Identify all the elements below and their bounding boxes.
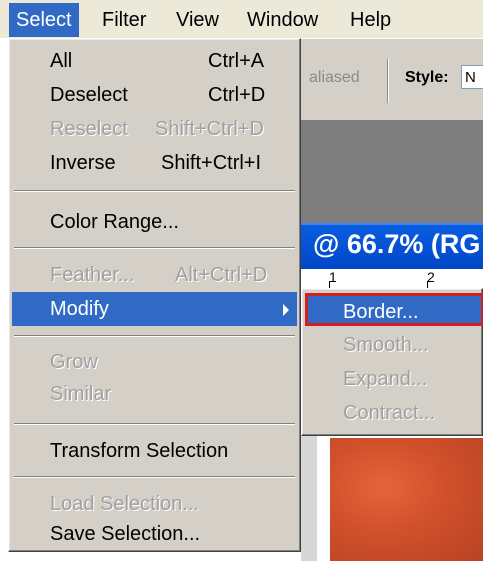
menu-item-save-selection[interactable]: Save Selection...	[12, 517, 297, 551]
menu-select[interactable]: Select	[9, 3, 79, 37]
select-menu-dropdown: All Ctrl+A Deselect Ctrl+D Reselect Shif…	[8, 38, 301, 552]
menu-window[interactable]: Window	[240, 3, 325, 37]
menu-filter[interactable]: Filter	[95, 3, 153, 37]
menu-item-label: Load Selection...	[50, 493, 199, 515]
menu-item-label: Save Selection...	[50, 523, 201, 545]
ruler-label: 1	[329, 269, 337, 285]
workspace-background	[301, 120, 483, 223]
submenu-item-expand: Expand...	[305, 363, 483, 396]
menu-item-label: Transform Selection	[50, 440, 229, 462]
anti-aliased-checkbox-label[interactable]: aliased	[309, 69, 360, 87]
menu-item-shortcut: Alt+Ctrl+D	[175, 264, 268, 286]
horizontal-ruler: 1 2	[301, 269, 483, 290]
menu-item-label: Reselect	[50, 118, 128, 140]
menu-item-transform-selection[interactable]: Transform Selection	[12, 434, 297, 468]
tool-options-bar: aliased Style: N	[301, 38, 483, 121]
submenu-item-label: Smooth...	[343, 334, 429, 356]
menu-separator	[14, 335, 295, 337]
menu-separator	[14, 247, 295, 249]
menu-item-shortcut: Shift+Ctrl+D	[155, 118, 264, 140]
menu-item-color-range[interactable]: Color Range...	[12, 205, 297, 239]
submenu-item-smooth: Smooth...	[305, 329, 483, 362]
canvas-image	[330, 438, 483, 561]
submenu-item-label: Contract...	[343, 402, 436, 424]
menu-item-reselect: Reselect Shift+Ctrl+D	[12, 112, 297, 146]
menu-item-feather: Feather... Alt+Ctrl+D	[12, 258, 297, 292]
menu-item-label: Inverse	[50, 152, 116, 174]
submenu-item-label: Expand...	[343, 368, 428, 390]
menu-bar: Select Filter View Window Help	[0, 0, 483, 38]
menu-item-label: Color Range...	[50, 211, 179, 233]
style-label: Style:	[405, 69, 449, 86]
ruler-label: 2	[427, 269, 435, 285]
menu-item-label: Grow	[50, 351, 98, 373]
menu-separator	[14, 423, 295, 425]
menu-item-load-selection: Load Selection...	[12, 487, 297, 521]
menu-item-modify[interactable]: Modify	[12, 292, 297, 326]
menu-help[interactable]: Help	[343, 3, 398, 37]
document-title: @ 66.7% (RG	[313, 229, 481, 259]
submenu-item-label: Border...	[343, 301, 419, 323]
menu-item-label: Feather...	[50, 264, 135, 286]
submenu-item-contract: Contract...	[305, 397, 483, 430]
menu-item-shortcut: Shift+Ctrl+I	[161, 152, 262, 174]
menu-item-shortcut: Ctrl+D	[208, 84, 266, 106]
menu-item-label: Deselect	[50, 84, 128, 106]
menu-item-shortcut: Ctrl+A	[208, 50, 265, 72]
menu-view[interactable]: View	[169, 3, 226, 37]
options-divider	[387, 59, 388, 103]
menu-item-label: Modify	[50, 298, 109, 320]
menu-item-all[interactable]: All Ctrl+A	[12, 44, 297, 78]
document-title-bar[interactable]: @ 66.7% (RG	[301, 223, 483, 269]
submenu-item-border[interactable]: Border...	[305, 293, 483, 326]
modify-submenu: Border... Smooth... Expand... Contract..…	[301, 288, 483, 436]
style-select[interactable]: N	[461, 65, 483, 89]
menu-item-deselect[interactable]: Deselect Ctrl+D	[12, 78, 297, 112]
menu-separator	[14, 476, 295, 478]
menu-item-inverse[interactable]: Inverse Shift+Ctrl+I	[12, 146, 297, 180]
menu-item-label: Similar	[50, 383, 112, 405]
submenu-arrow-icon	[283, 304, 289, 316]
menu-item-grow: Grow	[12, 345, 297, 379]
menu-separator	[14, 190, 295, 192]
menu-item-label: All	[50, 50, 73, 72]
menu-item-similar: Similar	[12, 377, 297, 411]
